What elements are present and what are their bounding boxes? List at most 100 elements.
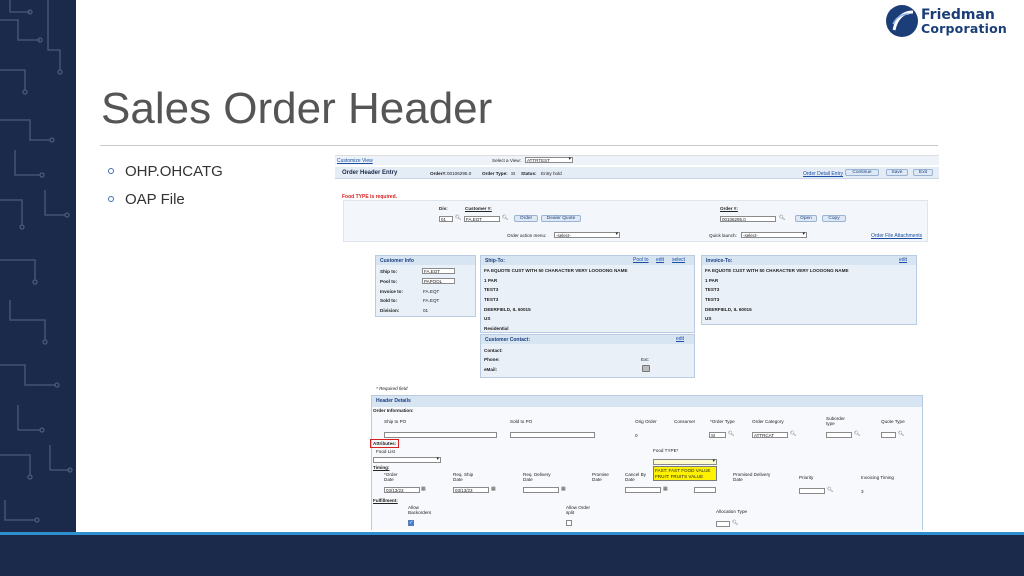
select-view-dropdown[interactable]: ATTRTEST [525,157,573,163]
food-option[interactable]: FAST: FAST FOOD VALUE [655,468,717,473]
bullet-dot-icon [108,168,114,174]
order-category-label: Order Category [752,419,784,424]
suborder-type-label: Suborder type [826,416,845,426]
food-type-select[interactable] [653,459,717,465]
sold-to-po-input[interactable] [510,432,595,438]
continue-button[interactable]: Continue [845,169,879,176]
allocation-lookup-icon[interactable]: 🔍︎ [732,520,738,526]
invoicing-timing-label: Invoicing Timing [861,475,894,480]
allow-order-split-checkbox[interactable] [566,520,572,526]
pool-to-link[interactable]: Pool to [633,257,649,263]
allocation-type-input[interactable] [716,521,730,527]
div-input[interactable]: 01 [439,216,453,222]
ship-to-select-link[interactable]: select [672,257,685,263]
division-value: 01 [423,308,429,313]
sold-to-label: Sold to: [380,298,398,303]
order-type-input[interactable]: SI [709,432,726,438]
logo-line2: Corporation [921,21,1008,36]
fulfillment-label: Fulfillment: [373,498,398,503]
invoice-to-line: FA EQUOTE CUST WITH 50 CHARACTER VERY LO… [705,268,849,273]
order-num-label: Order #: [720,206,738,211]
customize-view-link[interactable]: Customize View [337,158,373,164]
open-button[interactable]: Open [795,215,817,222]
invoice-to-panel: Invoice-To: [701,255,917,325]
customer-input[interactable]: FA.EQT [464,216,500,222]
order-button[interactable]: Order [514,215,538,222]
suborder-type-input[interactable] [826,432,852,438]
invoice-to-edit-link[interactable]: edit [899,257,907,263]
division-label: Division: [380,308,400,313]
order-action-select[interactable]: -select- [554,232,620,238]
pool-to-input[interactable]: PAPOOL [422,278,455,284]
logo-icon [886,5,918,37]
view-bar [335,156,939,165]
cancel-by-date-input[interactable] [625,487,661,493]
promised-delivery-input[interactable] [694,487,716,493]
order-number-label: Order#: [430,171,447,176]
suborder-lookup-icon[interactable]: 🔍︎ [854,431,860,437]
calendar-icon[interactable]: ▦ [491,486,496,492]
sold-to-value: FA.EQT [423,298,440,303]
calendar-icon[interactable]: ▦ [421,486,426,492]
copy-button[interactable]: Copy [822,215,846,222]
priority-input[interactable] [799,488,825,494]
ship-to-input[interactable]: FA.EQT [422,268,455,274]
calendar-icon[interactable]: ▦ [561,486,566,492]
order-type-lookup-icon[interactable]: 🔍︎ [728,431,734,437]
invoice-to-line: TEST3 [705,287,720,292]
ship-to-po-label: Ship to PO [384,419,407,424]
title-divider [100,145,938,146]
order-date-input[interactable]: 03/13/23 [384,487,420,493]
status-label: Status: [521,171,537,176]
order-detail-link[interactable]: Order Detail Entry [803,171,843,177]
order-header-title: Order Header Entry [342,170,398,176]
food-option[interactable]: FRUIT: FRUITS VALUE [655,474,717,479]
ship-to-line: TEST3 [484,297,499,302]
food-type-dropdown[interactable]: FAST: FAST FOOD VALUE FRUIT: FRUITS VALU… [653,466,717,481]
header-details-title: Header Details [372,396,922,407]
bullet-item: OHP.OHCATG [108,157,223,185]
allow-backorders-checkbox[interactable]: ✓ [408,520,414,526]
save-button[interactable]: Save [886,169,908,176]
quote-type-input[interactable] [881,432,896,438]
file-attachments-link[interactable]: Order File Attachments [871,233,922,239]
req-ship-date-input[interactable]: 03/13/23 [453,487,489,493]
food-list-select[interactable] [373,457,441,463]
required-note: * Required field [376,386,408,391]
allocation-type-label: Allocation Type [716,509,748,514]
orig-order-value: 0 [635,433,638,438]
select-view-label: Select a View: [492,158,522,163]
ship-to-po-input[interactable] [384,432,497,438]
invoice-to-line: US [705,316,712,321]
sold-to-po-label: Sold to PO [510,419,533,424]
order-type-label: Order Type: [482,171,508,176]
req-delivery-date-label: Req. Delivery Date [523,472,551,482]
ship-to-edit-link[interactable]: edit [656,257,664,263]
phone-icon[interactable] [642,365,650,372]
contact-edit-link[interactable]: edit [676,336,684,342]
priority-lookup-icon[interactable]: 🔍︎ [827,487,833,493]
div-lookup-icon[interactable]: 🔍︎ [455,215,461,221]
order-num-input[interactable]: 00106295.0 [720,216,776,222]
req-ship-date-label: Req. Ship Date [453,472,474,482]
order-category-input[interactable]: ATTRCAT [752,432,788,438]
bullet-text: OAP File [125,190,185,208]
quick-launch-select[interactable]: -select- [741,232,807,238]
req-delivery-date-input[interactable] [523,487,559,493]
order-category-lookup-icon[interactable]: 🔍︎ [790,431,796,437]
priority-label: Priority [799,475,814,480]
customer-contact-title: Customer Contact: [481,335,694,344]
invoice-to-value: FA.EQT [423,289,440,294]
ship-to-line: DEERFIELD, IL 60015 [484,307,531,312]
dealer-quote-button[interactable]: Dealer Quote [541,215,581,222]
pool-to-label: Pool to: [380,279,398,284]
invoice-to-title: Invoice-To: [702,256,916,265]
ship-to-line: 1 PAR [484,278,498,283]
calendar-icon[interactable]: ▦ [663,486,668,492]
customer-lookup-icon[interactable]: 🔍︎ [502,215,508,221]
exit-button[interactable]: Exit [913,169,933,176]
food-list-label: Food List [376,449,395,454]
timing-label: Timing: [373,465,390,470]
quote-type-lookup-icon[interactable]: 🔍︎ [898,431,904,437]
order-lookup-icon[interactable]: 🔍︎ [779,215,785,221]
